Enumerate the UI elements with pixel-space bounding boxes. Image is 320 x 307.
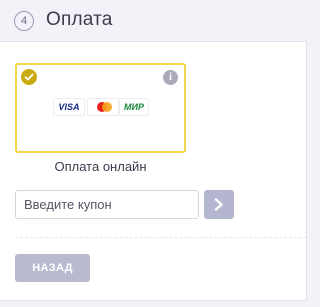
chevron-right-icon [214, 198, 223, 211]
payment-option-online[interactable]: i VISA МИР [15, 63, 186, 153]
checkout-step-panel: 4 Оплата i VISA МИР Оплата онлайн НАЗАД [0, 0, 307, 301]
section-divider [15, 237, 307, 238]
check-circle-icon [21, 69, 37, 85]
back-button[interactable]: НАЗАД [15, 254, 90, 282]
page-title: Оплата [46, 9, 113, 30]
step-number-badge: 4 [14, 11, 34, 31]
payment-option-label: Оплата онлайн [54, 159, 147, 174]
info-icon[interactable]: i [163, 70, 178, 85]
step-header: 4 Оплата [0, 0, 307, 42]
mastercard-logo [87, 98, 119, 116]
visa-logo: VISA [53, 98, 85, 116]
mir-logo: МИР [119, 98, 149, 116]
coupon-submit-button[interactable] [204, 190, 234, 219]
coupon-input[interactable] [15, 190, 199, 219]
mastercard-circle-yellow [102, 102, 112, 112]
